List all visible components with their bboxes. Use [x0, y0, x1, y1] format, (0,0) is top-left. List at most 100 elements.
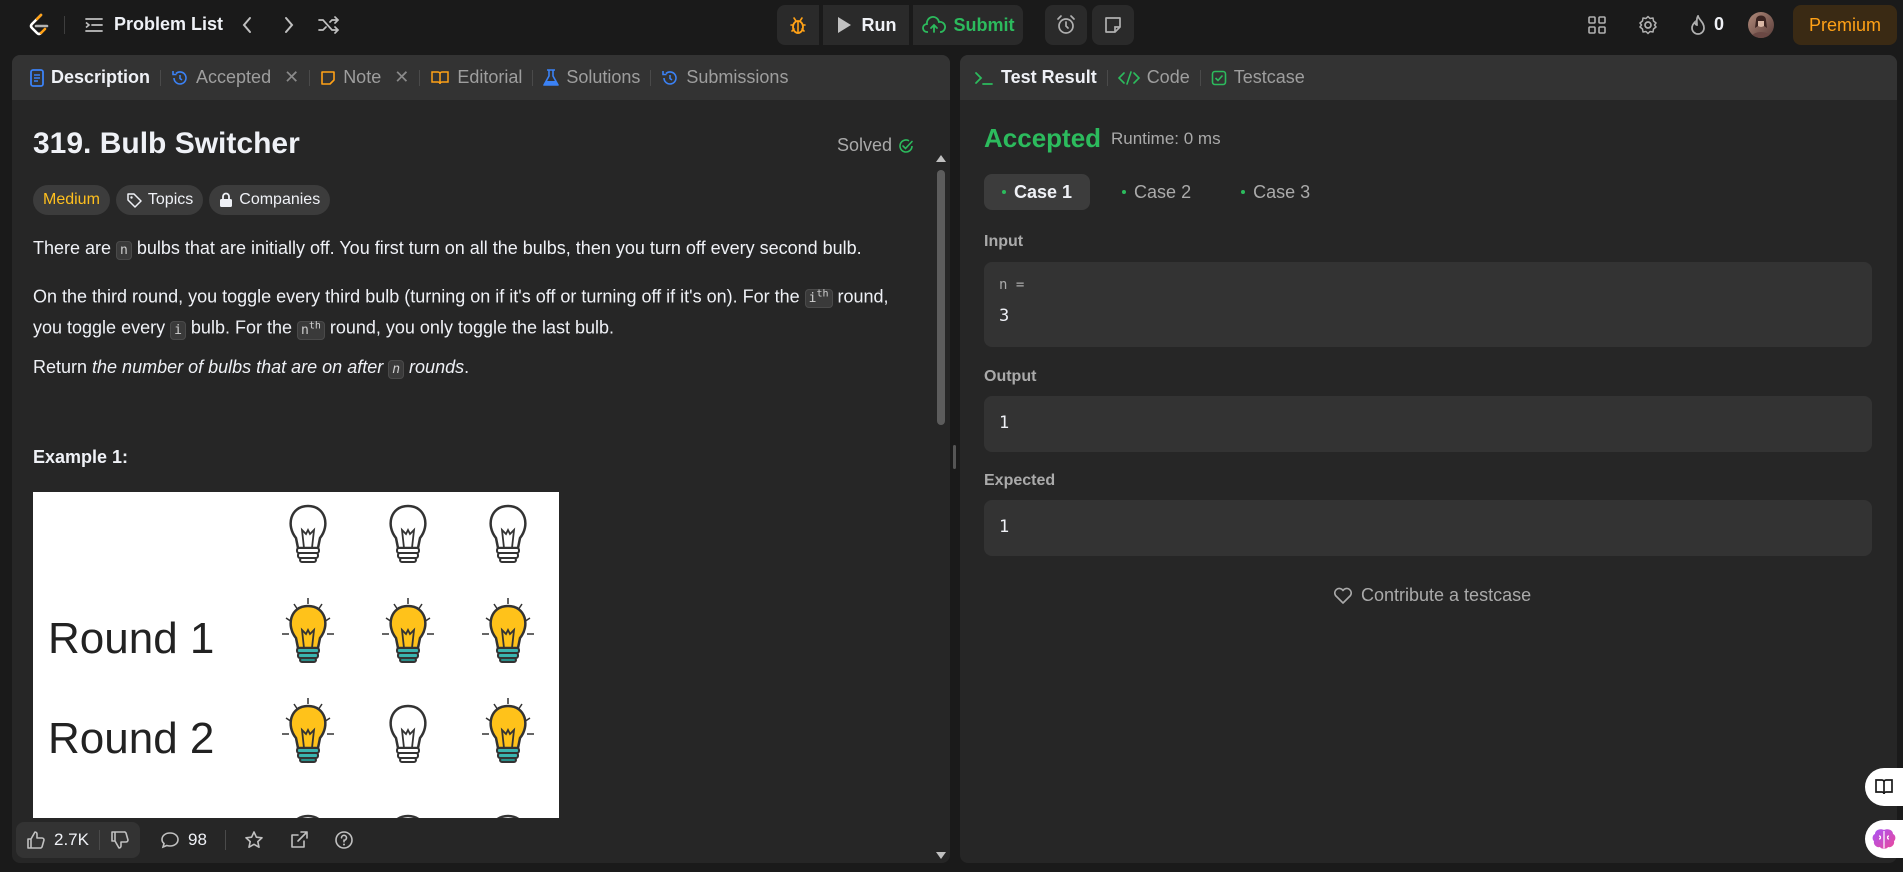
close-icon[interactable]: ✕	[284, 67, 299, 88]
bulb-off-icon	[489, 504, 527, 563]
sticky-note-icon	[1103, 15, 1123, 35]
share-external-icon[interactable]	[289, 830, 309, 850]
bug-icon	[788, 15, 808, 35]
input-variable-name: n =	[999, 277, 1025, 293]
description-paragraph-3: Return the number of bulbs that are on a…	[33, 357, 470, 379]
bulb-on-icon	[482, 698, 534, 763]
run-submit-group: Run Submit	[777, 5, 1023, 45]
description-panel: Description Accepted ✕ Note ✕ Editorial	[12, 55, 950, 863]
output-label: Output	[984, 368, 1037, 385]
comment-count: 98	[187, 830, 207, 849]
example-title: Example 1:	[33, 447, 129, 467]
problem-tags: Medium Topics Companies	[33, 185, 331, 215]
topics-label: Topics	[147, 191, 194, 208]
input-box[interactable]: n = 3	[984, 262, 1872, 347]
case-tab-1[interactable]: Case 1	[984, 174, 1091, 210]
difficulty-badge: Medium	[33, 185, 110, 215]
like-count: 2.7K	[54, 830, 89, 849]
topics-chip[interactable]: Topics	[115, 185, 204, 215]
output-box[interactable]: 1	[984, 396, 1872, 452]
problem-title[interactable]: 319. Bulb Switcher	[33, 127, 300, 161]
tab-submissions[interactable]: Submissions	[661, 55, 788, 100]
case-tabs: Case 1 Case 2 Case 3	[984, 174, 1328, 210]
debug-bug-button[interactable]	[777, 5, 819, 45]
tab-label: Code	[1146, 67, 1190, 87]
divider	[532, 69, 534, 86]
tab-test-result[interactable]: Test Result	[974, 55, 1097, 100]
tab-accepted[interactable]: Accepted ✕	[171, 55, 299, 100]
comments-button[interactable]: 98	[160, 830, 207, 850]
expected-box[interactable]: 1	[984, 500, 1872, 556]
case-tab-3[interactable]: Case 3	[1223, 174, 1328, 210]
flask-icon	[543, 68, 560, 87]
run-button[interactable]: Run	[823, 5, 909, 45]
shuffle-icon[interactable]	[318, 14, 340, 36]
divider	[160, 69, 162, 86]
layout-grid-icon[interactable]	[1586, 14, 1608, 36]
pass-dot	[1241, 190, 1246, 194]
tab-testcase[interactable]: Testcase	[1211, 55, 1305, 100]
left-tab-bar: Description Accepted ✕ Note ✕ Editorial	[12, 55, 950, 100]
close-icon[interactable]: ✕	[394, 67, 409, 88]
input-label: Input	[984, 233, 1024, 250]
favorite-star-icon[interactable]	[244, 830, 264, 850]
premium-button[interactable]: Premium	[1793, 5, 1897, 45]
tab-note[interactable]: Note ✕	[320, 55, 409, 100]
alarm-clock-icon	[1055, 14, 1077, 36]
settings-gear-icon[interactable]	[1637, 14, 1659, 36]
panel-resize-handle[interactable]	[953, 445, 956, 469]
tab-label: Submissions	[686, 67, 789, 87]
description-scrollbar[interactable]	[934, 155, 948, 859]
bulb-on-icon	[282, 598, 334, 663]
like-button[interactable]: 2.7K	[16, 830, 99, 850]
code-icon	[1117, 70, 1140, 86]
streak-counter[interactable]: 0	[1690, 14, 1724, 35]
divider	[650, 69, 652, 86]
history-icon	[661, 69, 679, 87]
list-icon	[84, 16, 104, 34]
bulbs-grid	[282, 504, 534, 818]
pass-dot	[1002, 190, 1006, 194]
problem-list-button[interactable]: Problem List	[84, 14, 223, 35]
scrollbar-thumb[interactable]	[937, 170, 945, 425]
brain-icon	[1871, 827, 1897, 851]
bulb-off-icon	[389, 704, 427, 763]
bulb-on-icon	[482, 598, 534, 663]
tab-label: Accepted	[196, 67, 272, 87]
timer-button[interactable]	[1045, 5, 1087, 45]
note-icon	[320, 70, 336, 86]
cloud-upload-icon	[921, 16, 946, 34]
document-icon	[30, 68, 44, 87]
tab-solutions[interactable]: Solutions	[543, 55, 640, 100]
user-avatar[interactable]	[1748, 12, 1774, 38]
notes-button[interactable]	[1092, 5, 1134, 45]
submit-button[interactable]: Submit	[913, 5, 1023, 45]
leetcode-logo-icon[interactable]	[26, 12, 52, 38]
contribute-testcase-button[interactable]: Contribute a testcase	[1333, 585, 1531, 606]
divider	[309, 69, 311, 86]
contribute-label: Contribute a testcase	[1361, 585, 1532, 605]
check-circle-icon	[898, 138, 914, 154]
test-result-panel: Test Result Code Testcase Accepted Runti…	[960, 55, 1897, 863]
tag-icon	[126, 192, 142, 208]
problem-list-label: Problem List	[114, 14, 224, 34]
tab-code[interactable]: Code	[1117, 55, 1190, 100]
divider	[1199, 69, 1201, 86]
play-icon	[836, 16, 852, 34]
next-problem-chevron-right-icon[interactable]	[278, 14, 300, 36]
description-paragraph-2: On the third round, you toggle every thi…	[33, 286, 889, 340]
bulb-on-icon	[382, 598, 434, 663]
flame-icon	[1690, 14, 1706, 35]
help-question-icon[interactable]	[334, 830, 354, 850]
tab-description[interactable]: Description	[30, 55, 150, 100]
dislike-button[interactable]	[100, 830, 140, 850]
tab-editorial[interactable]: Editorial	[430, 55, 522, 100]
book-side-button[interactable]	[1865, 768, 1903, 806]
case-tab-2[interactable]: Case 2	[1104, 174, 1209, 210]
companies-chip[interactable]: Companies	[209, 185, 331, 215]
ai-assistant-button[interactable]	[1865, 820, 1903, 858]
divider	[419, 69, 421, 86]
runtime-text: Runtime: 0 ms	[1111, 129, 1221, 148]
prev-problem-chevron-left-icon[interactable]	[236, 14, 258, 36]
output-value: 1	[999, 413, 1010, 433]
